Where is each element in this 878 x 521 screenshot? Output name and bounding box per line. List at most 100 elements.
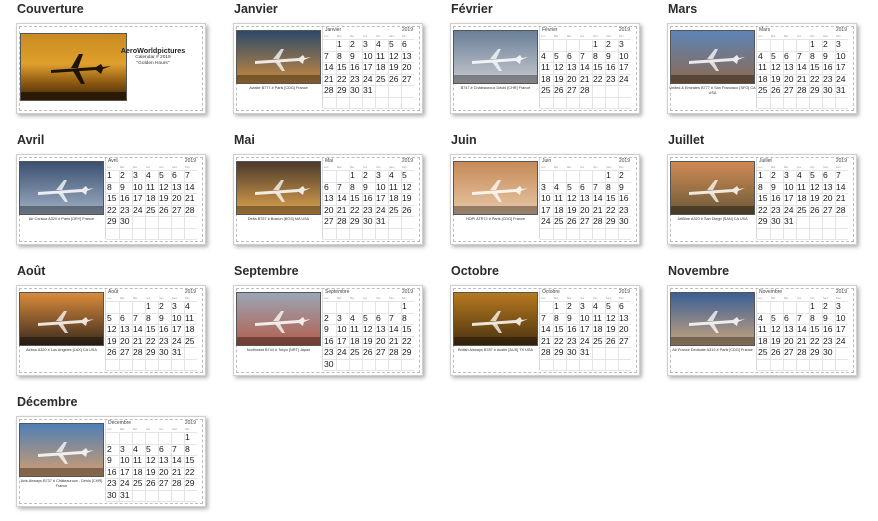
- day-number: 6: [567, 50, 572, 61]
- month-card[interactable]: Avis Airways B737 # Châteauroux - Déols …: [16, 416, 206, 507]
- day-number: 21: [836, 193, 846, 203]
- day-number: 7: [541, 312, 546, 323]
- weekday-label: Sam: [823, 166, 829, 169]
- day-number: 22: [146, 335, 156, 346]
- day-number: 9: [606, 50, 611, 61]
- weekday-label: Mar: [337, 166, 342, 169]
- airplane-icon: [237, 311, 320, 345]
- calendar-month-name: Juillet: [759, 158, 772, 164]
- day-number: 13: [172, 181, 182, 192]
- day-number: 29: [146, 347, 156, 357]
- day-number: 8: [337, 50, 342, 61]
- photo-caption: Air Corsica A320 # Paris [ORY] France: [28, 217, 95, 221]
- weekday-label: Mer: [133, 166, 138, 169]
- month-card[interactable]: British Airways B787 # Austin [AUS] TX U…: [450, 285, 640, 376]
- month-card[interactable]: Northwest B744 # Tokyo [NRT] Japan Septem…: [233, 285, 423, 376]
- day-number: 16: [120, 193, 130, 203]
- day-number: 10: [337, 324, 347, 334]
- weekday-label: Ven: [159, 166, 164, 169]
- day-number: 10: [836, 50, 846, 61]
- month-item[interactable]: Septembre Northwest B744 # Tokyo [NRT] Ja…: [233, 264, 427, 376]
- weekday-label: Mer: [350, 297, 355, 300]
- month-card[interactable]: Delta B757 # Boston [BOS] MA USA Mai 2019 L…: [233, 154, 423, 245]
- cover-item[interactable]: Couverture AeroWorldpictures Calendar # …: [16, 2, 210, 114]
- month-item[interactable]: Avril Air Corsica A320 # Paris [ORY] Fran…: [16, 133, 210, 245]
- day-number: 27: [580, 216, 590, 226]
- month-photo: [670, 30, 755, 84]
- day-number: 16: [606, 62, 616, 72]
- weekday-label: Ven: [810, 297, 815, 300]
- month-item[interactable]: Décembre Avis Airways B737 # Châteauroux …: [16, 395, 210, 507]
- weekday-label: Mar: [554, 35, 559, 38]
- day-number: 9: [823, 312, 828, 323]
- month-card[interactable]: HOP! ATR72 # Paris [CDG] France Juin 2019 L…: [450, 154, 640, 245]
- calendar: Septembre 2019 Lun Mar Mer Jeu Ven Sam Dim 1 2 3 4 5 6…: [322, 289, 414, 371]
- month-title: Octobre: [451, 264, 499, 278]
- day-number: 22: [402, 335, 412, 346]
- month-card[interactable]: Airbus A320 # Los Angeles [LAX] CA USA Ao…: [16, 285, 206, 376]
- day-number: 24: [376, 204, 386, 215]
- weekday-label: Jeu: [363, 35, 368, 38]
- month-item[interactable]: Juillet JetBlue A320 # San Diego [SAN] CA…: [667, 133, 861, 245]
- calendar-month-name: Juin: [542, 158, 552, 164]
- day-number: 18: [185, 324, 195, 334]
- month-item[interactable]: Août Airbus A320 # Los Angeles [LAX] CA U…: [16, 264, 210, 376]
- day-number: 16: [350, 62, 360, 72]
- cover-title: Couverture: [17, 2, 84, 16]
- day-number: 20: [172, 193, 182, 203]
- month-item[interactable]: Mars United & Emirates B777 # San Francis…: [667, 2, 861, 114]
- calendar-header: Mars 2019: [759, 27, 847, 34]
- weekday-label: Jeu: [580, 166, 585, 169]
- day-number: 1: [810, 301, 815, 311]
- day-number: 4: [133, 443, 138, 454]
- month-item[interactable]: Novembre Air France Dedicate A319 # Paris…: [667, 264, 861, 376]
- day-grid: 1 2 3 4 5 6 7 8 9 10 11 12 13 14 15 16 17 18 19 20 21 22 23 24 2…: [757, 170, 848, 240]
- day-number: 21: [389, 335, 399, 346]
- calendar-year: 2019: [184, 158, 196, 164]
- month-item[interactable]: Février B747 # Châteauroux Déols [CHR] Fr…: [450, 2, 644, 114]
- month-item[interactable]: Mai Delta B757 # Boston [BOS] MA USA Mai 20…: [233, 133, 427, 245]
- month-card[interactable]: Air France Dedicate A319 # Paris [CDG] F…: [667, 285, 857, 376]
- day-number: 11: [758, 62, 767, 72]
- month-card[interactable]: JetBlue A320 # San Diego [SAN] CA USA Jui…: [667, 154, 857, 245]
- day-number: 19: [159, 193, 169, 203]
- calendar: Mai 2019 Lun Mar Mer Jeu Ven Sam Dim 1 2 3 4 5 6 7 8 9 10 1…: [322, 158, 414, 240]
- day-number: 9: [567, 312, 572, 323]
- month-photo: [453, 161, 538, 215]
- day-number: 13: [324, 193, 334, 203]
- day-number: 6: [120, 312, 125, 323]
- calendar-year: 2019: [401, 289, 413, 295]
- cover-card[interactable]: AeroWorldpictures Calendar # 2019 "Golde…: [16, 23, 206, 114]
- month-card[interactable]: Air Corsica A320 # Paris [ORY] France Avr…: [16, 154, 206, 245]
- calendar-year: 2019: [184, 289, 196, 295]
- month-card[interactable]: United & Emirates B777 # San Francisco […: [667, 23, 857, 114]
- airplane-icon: [671, 49, 754, 83]
- month-photo: [670, 161, 755, 215]
- day-number: 5: [567, 181, 572, 192]
- month-card[interactable]: Aviatie B777 # Paris [CDG] France Janvier…: [233, 23, 423, 114]
- day-number: 29: [337, 85, 347, 95]
- day-number: 31: [172, 347, 182, 357]
- day-number: 17: [580, 324, 590, 334]
- weekday-label: Sam: [823, 297, 829, 300]
- day-number: 7: [324, 50, 329, 61]
- airplane-icon: [671, 311, 754, 345]
- day-number: 6: [159, 443, 164, 454]
- day-number: 14: [133, 324, 143, 334]
- day-number: 20: [823, 193, 833, 203]
- month-item[interactable]: Janvier Aviatie B777 # Paris [CDG] France…: [233, 2, 427, 114]
- day-number: 11: [541, 62, 550, 72]
- month-item[interactable]: Octobre British Airways B787 # Austin [AU…: [450, 264, 644, 376]
- day-number: 4: [541, 50, 546, 61]
- day-number: 17: [836, 62, 846, 72]
- grid-line: [106, 501, 197, 502]
- month-card[interactable]: B747 # Châteauroux Déols [CHR] France Fév…: [450, 23, 640, 114]
- month-item[interactable]: Juin HOP! ATR72 # Paris [CDG] France Juin 2…: [450, 133, 644, 245]
- day-number: 9: [350, 50, 355, 61]
- day-number: 11: [185, 312, 194, 323]
- weekday-label: Mar: [120, 166, 125, 169]
- day-number: 24: [363, 73, 373, 84]
- month-title: Novembre: [668, 264, 730, 278]
- photo-caption: British Airways B787 # Austin [AUS] TX U…: [458, 348, 533, 352]
- photo-caption: Northwest B744 # Tokyo [NRT] Japan: [246, 348, 311, 352]
